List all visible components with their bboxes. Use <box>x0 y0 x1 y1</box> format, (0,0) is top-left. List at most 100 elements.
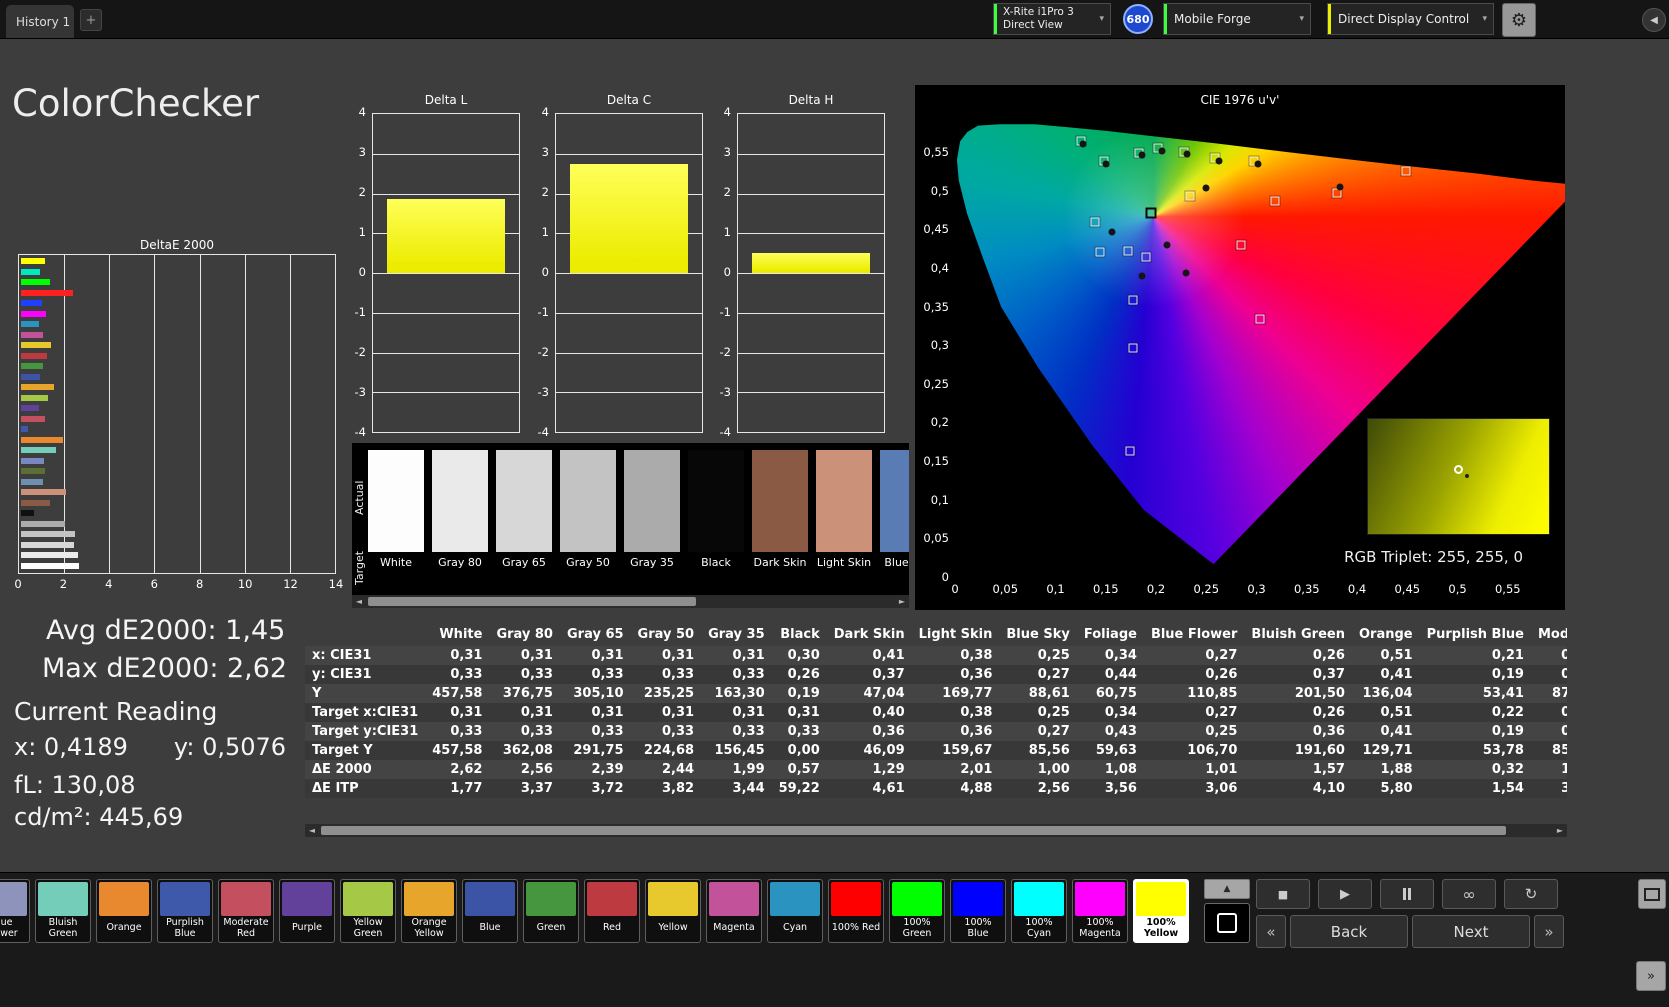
table-cell: 201,50 <box>1244 684 1352 703</box>
column-header: Blue Flower <box>1144 624 1244 646</box>
table-cell: 0,38 <box>912 703 1000 722</box>
table-cell: 0,27 <box>999 722 1076 741</box>
table-cell: 4,61 <box>827 779 912 798</box>
patch-button[interactable]: Magenta <box>706 879 762 943</box>
white-point-marker <box>1145 208 1156 219</box>
meter-name: X-Rite i1Pro 3 <box>1003 6 1074 19</box>
workflow-dropdown[interactable]: Direct Display Control ▾ <box>1327 3 1494 35</box>
de2000-bar <box>21 332 43 338</box>
measured-point <box>1183 269 1190 276</box>
chart-title: Delta H <box>737 93 885 107</box>
patch-button[interactable]: Orange <box>96 879 152 943</box>
patch-button[interactable]: 100% Blue <box>950 879 1006 943</box>
patch-color-swatch <box>770 882 820 916</box>
table-cell: 0,22 <box>1420 703 1531 722</box>
next-label: Next <box>1454 923 1489 941</box>
patch-button[interactable]: Yellow Green <box>340 879 396 943</box>
patch-button[interactable]: Bluish Green <box>35 879 91 943</box>
de2000-bar <box>21 542 74 548</box>
patch-button[interactable]: Blue Flower <box>0 879 30 943</box>
de2000-bar <box>21 269 40 275</box>
patch-button[interactable]: Purple <box>279 879 335 943</box>
meter-dropdown[interactable]: X-Rite i1Pro 3 Direct View ▾ <box>993 3 1111 35</box>
patch-button[interactable]: Purplish Blue <box>157 879 213 943</box>
pause-button[interactable] <box>1380 879 1434 909</box>
gear-icon: ⚙ <box>1511 10 1527 31</box>
corner-expand-button[interactable]: » <box>1636 961 1666 991</box>
patch-button[interactable]: Yellow <box>645 879 701 943</box>
patch-button[interactable]: Moderate Red <box>218 879 274 943</box>
column-header <box>305 624 425 646</box>
x-tick-label: 0,15 <box>1093 582 1119 596</box>
scroll-left-icon[interactable]: ◄ <box>352 595 366 608</box>
patch-button[interactable]: Orange Yellow <box>401 879 457 943</box>
history-tab[interactable]: History 1 <box>6 5 74 38</box>
patch-button[interactable]: 100% Yellow <box>1133 879 1189 943</box>
delta-c-bar <box>570 164 688 273</box>
scroll-right-icon[interactable]: ► <box>1553 824 1567 837</box>
meter-status-indicator <box>994 4 997 34</box>
source-dropdown[interactable]: Mobile Forge ▾ <box>1163 3 1311 35</box>
patch-button[interactable]: Green <box>523 879 579 943</box>
patch-button[interactable]: 100% Green <box>889 879 945 943</box>
patch-button[interactable]: Red <box>584 879 640 943</box>
play-button[interactable]: ▶ <box>1318 879 1372 909</box>
table-cell: 87,72 <box>1531 684 1567 703</box>
rgb-triplet-label: RGB Triplet: 255, 255, 0 <box>1344 548 1523 566</box>
scrollbar-thumb[interactable] <box>321 826 1506 835</box>
next-chevron-button[interactable]: » <box>1534 915 1564 948</box>
scroll-right-icon[interactable]: ► <box>895 595 909 608</box>
cie-title: CIE 1976 u'v' <box>915 93 1565 107</box>
table-cell: 59,22 <box>772 779 827 798</box>
continuous-read-button[interactable]: ∞ <box>1442 879 1496 909</box>
loop-icon: ↻ <box>1525 885 1538 903</box>
y-tick-label: 0,45 <box>923 222 949 236</box>
scrollbar-thumb[interactable] <box>368 597 696 606</box>
patch-strip-up-button[interactable]: ▲ <box>1204 879 1250 899</box>
loop-button[interactable]: ↻ <box>1504 879 1558 909</box>
scroll-left-icon[interactable]: ◄ <box>305 824 319 837</box>
patch-label: Bluish Green <box>38 916 88 940</box>
patch-color-swatch <box>404 882 454 916</box>
table-cell: 0,26 <box>1244 703 1352 722</box>
back-button[interactable]: Back <box>1290 915 1408 948</box>
patch-color-swatch <box>831 882 881 916</box>
swatch-scrollbar[interactable]: ◄ ► <box>352 595 909 608</box>
table-scrollbar[interactable]: ◄ ► <box>305 824 1567 837</box>
scrollbar-track <box>366 595 895 608</box>
patch-button[interactable]: Cyan <box>767 879 823 943</box>
patch-button[interactable]: Blue <box>462 879 518 943</box>
measured-point <box>1138 152 1145 159</box>
y-tick-label: 0,15 <box>923 454 949 468</box>
swatch: Gray 65 <box>496 450 552 569</box>
stop-button[interactable]: ■ <box>1256 879 1310 909</box>
delta-h-chart: Delta H 43210-1-2-3-4 <box>707 93 887 449</box>
table-cell: 3,71 <box>1531 779 1567 798</box>
patch-button[interactable]: 100% Cyan <box>1011 879 1067 943</box>
patch-count-badge[interactable]: 680 <box>1123 4 1153 34</box>
patch-button[interactable]: 100% Red <box>828 879 884 943</box>
back-chevron-button[interactable]: « <box>1256 915 1286 948</box>
table-cell: 362,08 <box>489 741 560 760</box>
swatch-label: Blue Sky <box>880 556 909 569</box>
table-cell: 0,47 <box>1531 646 1567 665</box>
next-button[interactable]: Next <box>1412 915 1530 948</box>
patch-button[interactable]: 100% Magenta <box>1072 879 1128 943</box>
table-row: ΔE ITP1,773,373,723,823,4459,224,614,882… <box>305 779 1567 798</box>
de2000-bar <box>21 300 42 306</box>
collapse-button[interactable]: ◀ <box>1642 8 1666 32</box>
target-point <box>1237 240 1246 249</box>
pattern-window-button[interactable] <box>1204 903 1250 943</box>
chevrons-right-icon: » <box>1647 969 1655 984</box>
display-toggle-button[interactable] <box>1638 879 1666 909</box>
de2000-bar <box>21 279 50 285</box>
patch-label: Yellow <box>648 916 698 940</box>
add-tab-button[interactable]: + <box>80 9 102 31</box>
patch-label: Purplish Blue <box>160 916 210 940</box>
swatch-color <box>368 450 424 552</box>
y-tick-label: 0,4 <box>931 261 949 275</box>
table-cell: 3,44 <box>701 779 772 798</box>
gridline <box>738 353 884 354</box>
settings-button[interactable]: ⚙ <box>1502 3 1536 37</box>
table-cell: 2,56 <box>489 760 560 779</box>
